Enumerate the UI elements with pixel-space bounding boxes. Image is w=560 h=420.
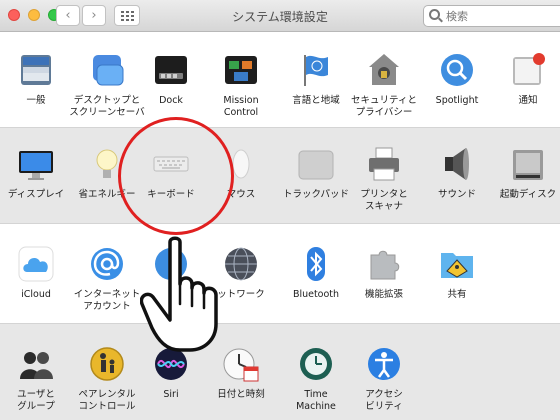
pointing-hand-cursor: [140, 236, 218, 352]
pane-sound[interactable]: サウンド: [424, 145, 490, 217]
users-icon: [20, 352, 53, 379]
time-machine-icon: [300, 348, 332, 380]
pane-sharing[interactable]: 共有: [424, 245, 490, 317]
pane-mission-control[interactable]: Mission Control: [208, 51, 274, 123]
window-title: システム環境設定: [232, 10, 328, 24]
search-input[interactable]: [446, 8, 556, 24]
back-button[interactable]: ‹: [56, 5, 80, 26]
pane-label: 共有: [447, 289, 467, 300]
pane-bluetooth[interactable]: Bluetooth: [283, 245, 349, 317]
parental-icon: [90, 347, 124, 381]
pane-displays[interactable]: ディスプレイ: [3, 145, 69, 217]
minimize-button[interactable]: [28, 9, 40, 21]
house-lock-icon: [369, 54, 399, 85]
pane-security-privacy[interactable]: セキュリティと プライバシー: [351, 51, 417, 123]
pane-label: 通知: [518, 95, 538, 106]
printer-icon: [369, 147, 399, 181]
notifications-icon: [513, 53, 545, 85]
pane-parental-controls[interactable]: ペアレンタル コントロール: [74, 345, 140, 417]
pane-startup-disk[interactable]: 起動ディスク: [495, 145, 560, 217]
mission-control-icon: [225, 56, 257, 84]
desktop-icon: [93, 55, 124, 86]
dock-icon: [155, 56, 187, 84]
general-icon: [21, 55, 51, 85]
pane-label: 起動ディスク: [499, 189, 557, 200]
search-icon: [429, 9, 440, 20]
accessibility-icon: [368, 348, 400, 380]
cloud-icon: [18, 246, 54, 282]
highlight-circle: [118, 117, 234, 235]
speaker-icon: [445, 148, 469, 180]
puzzle-icon: [370, 250, 400, 280]
pane-printers-scanners[interactable]: プリンタと スキャナ: [351, 145, 417, 217]
pane-extensions[interactable]: 機能拡張: [351, 245, 417, 317]
pane-desktop-screensaver[interactable]: デスクトップと スクリーンセーバ: [69, 51, 145, 123]
close-button[interactable]: [8, 9, 20, 21]
flag-icon: [304, 55, 328, 86]
search-field[interactable]: [423, 5, 560, 27]
pane-internet-accounts[interactable]: インターネット アカウント: [74, 245, 140, 317]
trackpad-icon: [298, 150, 334, 180]
at-sign-icon: [91, 248, 123, 280]
display-icon: [19, 151, 53, 180]
pane-label: アクセシ ビリティ: [365, 389, 403, 412]
title-bar: ‹ › システム環境設定: [0, 0, 560, 32]
pane-accessibility[interactable]: アクセシ ビリティ: [351, 345, 417, 417]
forward-button[interactable]: ›: [82, 5, 106, 26]
spotlight-icon: [441, 54, 473, 86]
pane-notifications[interactable]: 通知: [495, 51, 560, 123]
pane-spotlight[interactable]: Spotlight: [424, 51, 490, 123]
sharing-folder-icon: [441, 253, 473, 278]
show-all-grid-button[interactable]: [114, 5, 140, 26]
disk-icon: [513, 150, 543, 180]
bluetooth-icon: [307, 247, 325, 281]
